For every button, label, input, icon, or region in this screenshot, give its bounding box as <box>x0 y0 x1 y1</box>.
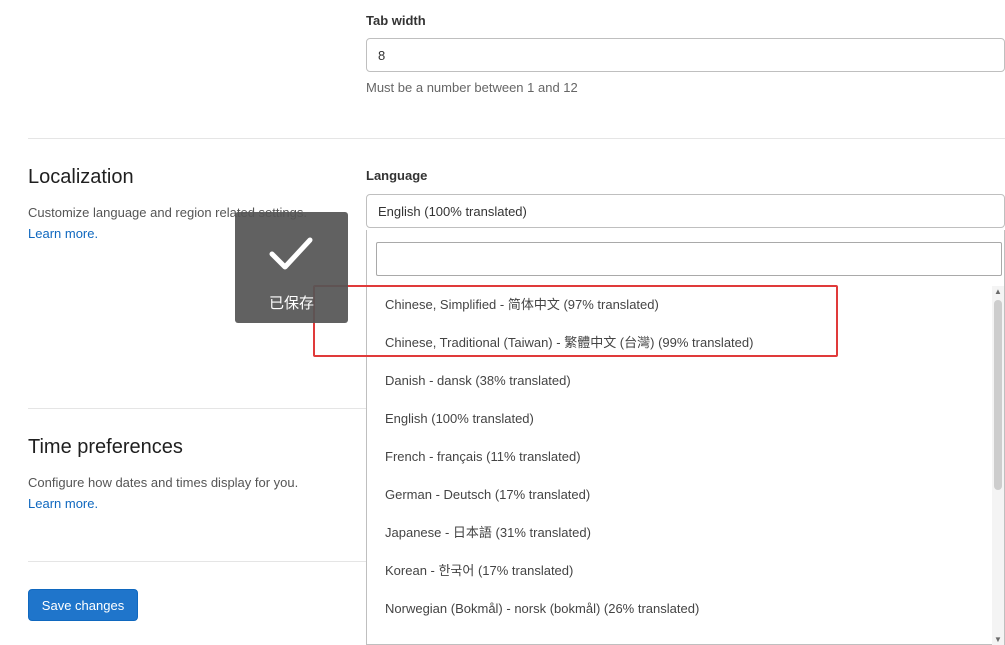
time-preferences-description: Configure how dates and times display fo… <box>28 472 348 514</box>
section-divider <box>28 408 366 409</box>
localization-title: Localization <box>28 166 134 188</box>
scrollbar-thumb[interactable] <box>994 300 1002 490</box>
time-preferences-title: Time preferences <box>28 436 183 458</box>
tab-width-help: Must be a number between 1 and 12 <box>366 80 578 95</box>
language-option[interactable]: Chinese, Simplified - 简体中文 (97% translat… <box>367 286 992 324</box>
tab-width-input[interactable]: 8 <box>366 38 1005 72</box>
toast-message: 已保存 <box>268 295 314 312</box>
localization-learn-more-link[interactable]: Learn more. <box>28 226 98 241</box>
language-option[interactable]: French - français (11% translated) <box>367 438 992 476</box>
save-changes-button[interactable]: Save changes <box>28 589 138 621</box>
time-preferences-learn-more-link[interactable]: Learn more. <box>28 496 98 511</box>
scroll-down-arrow-icon[interactable]: ▼ <box>994 635 1002 644</box>
language-option[interactable]: Chinese, Traditional (Taiwan) - 繁體中文 (台灣… <box>367 324 992 362</box>
language-search-input[interactable] <box>376 242 1002 276</box>
language-option[interactable]: Korean - 한국어 (17% translated) <box>367 552 992 590</box>
dropdown-scrollbar[interactable]: ▲ ▼ <box>992 286 1004 645</box>
language-dropdown: Chinese, Simplified - 简体中文 (97% translat… <box>366 230 1005 645</box>
time-preferences-description-text: Configure how dates and times display fo… <box>28 475 299 490</box>
language-option[interactable]: English (100% translated) <box>367 400 992 438</box>
language-select[interactable]: English (100% translated) <box>366 194 1005 228</box>
scroll-up-arrow-icon[interactable]: ▲ <box>994 287 1002 296</box>
language-label: Language <box>366 168 428 183</box>
language-option[interactable]: Danish - dansk (38% translated) <box>367 362 992 400</box>
check-icon <box>269 237 313 270</box>
saved-toast: 已保存 <box>235 212 348 323</box>
language-options-list: Chinese, Simplified - 简体中文 (97% translat… <box>367 286 992 628</box>
language-option[interactable]: Norwegian (Bokmål) - norsk (bokmål) (26%… <box>367 590 992 628</box>
language-option[interactable]: Japanese - 日本語 (31% translated) <box>367 514 992 552</box>
language-option[interactable]: German - Deutsch (17% translated) <box>367 476 992 514</box>
section-divider <box>28 561 366 562</box>
section-divider <box>28 138 1005 139</box>
tab-width-label: Tab width <box>366 13 426 28</box>
preferences-page: Tab width 8 Must be a number between 1 a… <box>0 0 1005 645</box>
